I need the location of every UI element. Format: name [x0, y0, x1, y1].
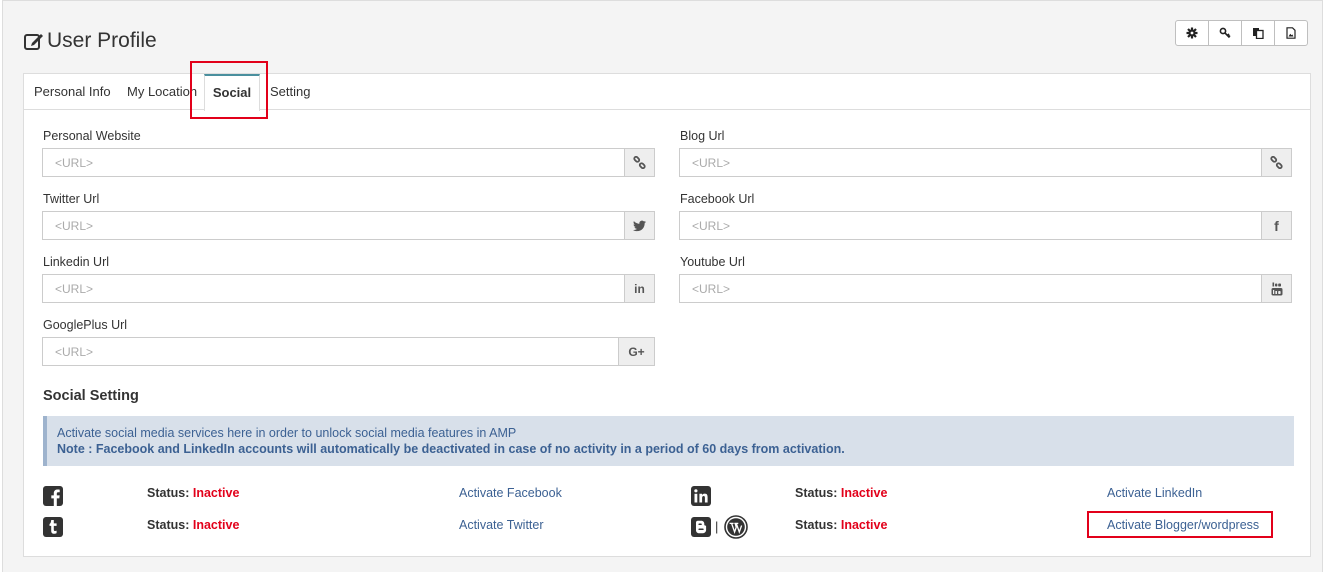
twitter-icon: [633, 220, 646, 231]
blogger-status-label: Status:: [795, 518, 838, 532]
profile-panel: Personal Info My Location Social Setting…: [23, 73, 1311, 557]
blogger-status: Status: Inactive: [795, 518, 887, 532]
youtube-url-addon: [1261, 274, 1292, 303]
youtube-url-group: [679, 274, 1292, 303]
personal-website-label: Personal Website: [43, 129, 141, 143]
linkedin-status: Status: Inactive: [795, 486, 887, 500]
image-file-icon: [1286, 27, 1296, 39]
linkedin-url-input[interactable]: [42, 274, 624, 303]
toolbar: [1175, 20, 1308, 46]
linkedin-url-label: Linkedin Url: [43, 255, 110, 269]
tumblr-square-icon: [43, 517, 63, 537]
twitter-url-label: Twitter Url: [43, 192, 100, 206]
googleplus-url-group: G+: [42, 337, 655, 366]
youtube-url-input[interactable]: [679, 274, 1261, 303]
tab-social[interactable]: Social: [204, 74, 260, 111]
social-setting-title: Social Setting: [43, 388, 139, 404]
twitter-url-group: [42, 211, 655, 240]
googleplus-url-input[interactable]: [42, 337, 618, 366]
googleplus-url-label: GooglePlus Url: [43, 318, 128, 332]
facebook-status-label: Status:: [147, 486, 190, 500]
copy-button[interactable]: [1241, 20, 1275, 46]
blog-url-addon: [1261, 148, 1292, 177]
blog-url-input[interactable]: [679, 148, 1261, 177]
tab-bar: Personal Info My Location Social Setting: [24, 74, 1310, 111]
page-title: User Profile: [23, 27, 157, 55]
wordpress-icon: [724, 515, 748, 539]
activate-linkedin-link[interactable]: Activate LinkedIn: [1107, 486, 1202, 500]
twitter-status: Status: Inactive: [147, 518, 239, 532]
activate-twitter-link[interactable]: Activate Twitter: [459, 518, 544, 532]
facebook-square-icon: [43, 486, 63, 506]
linkedin-status-label: Status:: [795, 486, 838, 500]
facebook-icon: f: [1261, 211, 1292, 240]
blogger-status-value: Inactive: [840, 518, 888, 532]
activate-blogger-link[interactable]: Activate Blogger/wordpress: [1107, 518, 1259, 532]
deactivation-note: Note : Facebook and LinkedIn accounts wi…: [57, 442, 845, 456]
facebook-url-group: f: [679, 211, 1292, 240]
facebook-url-label: Facebook Url: [680, 192, 755, 206]
blogger-icon: [691, 517, 711, 537]
export-image-button[interactable]: [1274, 20, 1308, 46]
linkedin-url-group: in: [42, 274, 655, 303]
linkedin-icon: in: [624, 274, 655, 303]
key-button[interactable]: [1208, 20, 1242, 46]
edit-icon: [23, 30, 45, 52]
social-info-box: Activate social media services here in o…: [43, 416, 1294, 466]
activate-facebook-link[interactable]: Activate Facebook: [459, 486, 562, 500]
facebook-status: Status: Inactive: [147, 486, 239, 500]
tab-setting[interactable]: Setting: [270, 74, 310, 110]
link-icon: [1270, 156, 1283, 169]
blogger-wordpress-separator: |: [715, 519, 719, 534]
facebook-status-value: Inactive: [192, 486, 240, 500]
info-text: Activate social media services here in o…: [57, 426, 517, 440]
facebook-url-input[interactable]: [679, 211, 1261, 240]
twitter-url-input[interactable]: [42, 211, 624, 240]
key-icon: [1219, 27, 1231, 39]
linkedin-status-value: Inactive: [840, 486, 888, 500]
link-icon: [633, 156, 646, 169]
twitter-url-addon: [624, 211, 655, 240]
personal-website-group: [42, 148, 655, 177]
twitter-status-value: Inactive: [192, 518, 240, 532]
gear-icon: [1186, 27, 1198, 39]
personal-website-input[interactable]: [42, 148, 624, 177]
google-plus-icon: G+: [618, 337, 655, 366]
youtube-icon: [1271, 282, 1282, 295]
tab-my-location[interactable]: My Location: [127, 74, 197, 110]
twitter-status-label: Status:: [147, 518, 190, 532]
linkedin-square-icon: [691, 486, 711, 506]
settings-button[interactable]: [1175, 20, 1209, 46]
tab-personal-info[interactable]: Personal Info: [34, 74, 111, 110]
page-title-text: User Profile: [47, 29, 157, 52]
copy-icon: [1253, 28, 1264, 39]
personal-website-addon: [624, 148, 655, 177]
youtube-url-label: Youtube Url: [680, 255, 745, 269]
blog-url-label: Blog Url: [680, 129, 725, 143]
blog-url-group: [679, 148, 1292, 177]
page-frame: User Profile Personal Info My Location S…: [2, 0, 1323, 572]
